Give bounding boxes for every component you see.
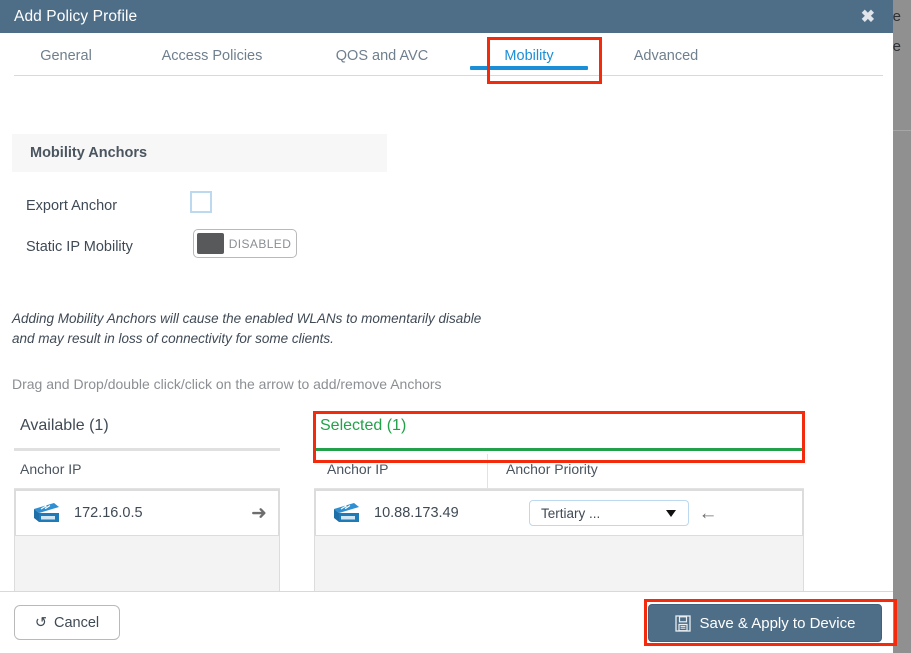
toggle-knob: [197, 233, 224, 254]
selected-panel-rule: [314, 448, 804, 451]
static-ip-mobility-toggle[interactable]: DISABLED: [193, 229, 297, 258]
tab-mobility-label: Mobility: [504, 48, 554, 64]
dialog-body: Mobility Anchors Export Anchor Static IP…: [0, 76, 893, 653]
selected-anchor-row[interactable]: 10.88.173.49 Tertiary ... ←: [315, 490, 803, 536]
available-anchor-row[interactable]: 172.16.0.5 ➜: [15, 490, 279, 536]
tab-advanced-label: Advanced: [633, 48, 699, 64]
background-text-2: e: [892, 38, 901, 55]
arrow-right-icon[interactable]: ➜: [240, 504, 278, 523]
tabbar: General Access Policies QOS and AVC Mobi…: [0, 33, 893, 76]
available-panel-rule: [14, 448, 280, 451]
available-panel-title: Available (1): [20, 417, 109, 434]
tab-general-label: General: [40, 48, 92, 64]
floppy-disk-save-icon: [674, 614, 691, 632]
cancel-button-label: Cancel: [54, 614, 100, 631]
tab-active-underline: [470, 66, 588, 70]
tab-qos-and-avc-label: QOS and AVC: [335, 48, 429, 64]
chevron-down-icon: [666, 509, 676, 517]
tab-advanced[interactable]: Advanced: [592, 48, 740, 76]
network-switch-icon: [34, 503, 59, 522]
background-text-1: e: [892, 8, 901, 25]
dialog-footer: ↺ Cancel Save & Apply to Device: [0, 591, 893, 653]
cancel-button[interactable]: ↺ Cancel: [14, 605, 120, 640]
export-anchor-label: Export Anchor: [26, 198, 118, 214]
drag-drop-hint-text: Drag and Drop/double click/click on the …: [12, 376, 442, 392]
mobility-warning-text: Adding Mobility Anchors will cause the e…: [12, 311, 482, 346]
export-anchor-checkbox[interactable]: [190, 191, 212, 213]
add-policy-profile-dialog: Add Policy Profile ✖ General Access Poli…: [0, 0, 893, 653]
selected-column-separator: [487, 454, 488, 488]
dialog-titlebar: Add Policy Profile ✖: [0, 0, 893, 33]
screen-root: e e Add Policy Profile ✖ General Access …: [0, 0, 911, 653]
selected-anchor-ip: 10.88.173.49: [374, 505, 459, 521]
save-apply-button[interactable]: Save & Apply to Device: [648, 604, 882, 642]
toggle-state-label: DISABLED: [228, 236, 292, 251]
available-column-anchor-ip: Anchor IP: [20, 461, 82, 477]
arrow-left-icon[interactable]: ←: [689, 504, 727, 523]
tab-qos-and-avc[interactable]: QOS and AVC: [298, 48, 466, 76]
close-icon[interactable]: ✖: [857, 6, 879, 27]
network-switch-icon: [334, 503, 359, 522]
undo-arrow-icon: ↺: [34, 614, 47, 631]
dialog-title: Add Policy Profile: [14, 7, 138, 25]
tab-list: General Access Policies QOS and AVC Mobi…: [0, 33, 893, 76]
save-apply-button-label: Save & Apply to Device: [699, 614, 856, 632]
selected-column-anchor-priority: Anchor Priority: [506, 461, 598, 477]
anchor-priority-select[interactable]: Tertiary ...: [529, 500, 689, 526]
tab-access-policies-label: Access Policies: [161, 48, 263, 64]
tab-access-policies[interactable]: Access Policies: [126, 48, 298, 76]
mobility-anchors-section-header: Mobility Anchors: [12, 134, 387, 172]
tab-general[interactable]: General: [6, 48, 126, 76]
selected-column-anchor-ip: Anchor IP: [327, 461, 389, 477]
selected-panel-title: Selected (1): [320, 417, 407, 434]
tab-mobility[interactable]: Mobility: [466, 48, 592, 76]
static-ip-mobility-label: Static IP Mobility: [26, 239, 133, 255]
anchor-priority-value: Tertiary ...: [541, 505, 601, 521]
available-anchor-ip: 172.16.0.5: [74, 505, 143, 521]
